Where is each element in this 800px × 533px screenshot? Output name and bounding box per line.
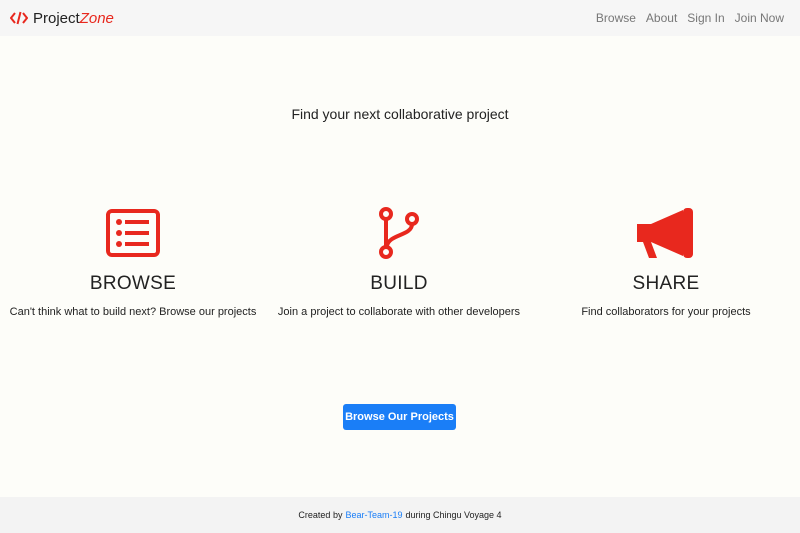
nav-link-sign-in[interactable]: Sign In — [687, 11, 724, 25]
feature-title: SHARE — [632, 273, 700, 294]
feature-text: Find collaborators for your projects — [581, 306, 751, 318]
list-icon — [0, 206, 266, 260]
feature-share: SHARE Find collaborators for your projec… — [533, 206, 799, 318]
nav-links: Browse About Sign In Join Now — [586, 11, 790, 25]
footer: Created by Bear-Team-19 during Chingu Vo… — [0, 497, 800, 533]
hero-title: Find your next collaborative project — [291, 106, 509, 122]
nav-link-about[interactable]: About — [646, 11, 677, 25]
feature-build: BUILD Join a project to collaborate with… — [266, 206, 532, 318]
nav-link-join-now[interactable]: Join Now — [735, 11, 784, 25]
navbar: ProjectZone Browse About Sign In Join No… — [0, 0, 800, 36]
browse-projects-button[interactable]: Browse Our Projects — [343, 404, 456, 430]
feature-title: BROWSE — [89, 273, 177, 294]
feature-title: BUILD — [370, 273, 428, 294]
megaphone-icon — [533, 206, 799, 260]
brand-name: ProjectZone — [33, 9, 114, 27]
brand-logo[interactable]: ProjectZone — [10, 10, 114, 27]
footer-team-link[interactable]: Bear-Team-19 — [345, 510, 402, 520]
nav-link-browse[interactable]: Browse — [596, 11, 636, 25]
footer-suffix: during Chingu Voyage 4 — [405, 510, 502, 520]
feature-text: Can't think what to build next? Browse o… — [9, 306, 257, 318]
code-icon — [10, 11, 28, 25]
branch-icon — [266, 206, 532, 260]
feature-text: Join a project to collaborate with other… — [277, 306, 521, 318]
feature-browse: BROWSE Can't think what to build next? B… — [0, 206, 266, 318]
footer-prefix: Created by — [298, 510, 343, 520]
